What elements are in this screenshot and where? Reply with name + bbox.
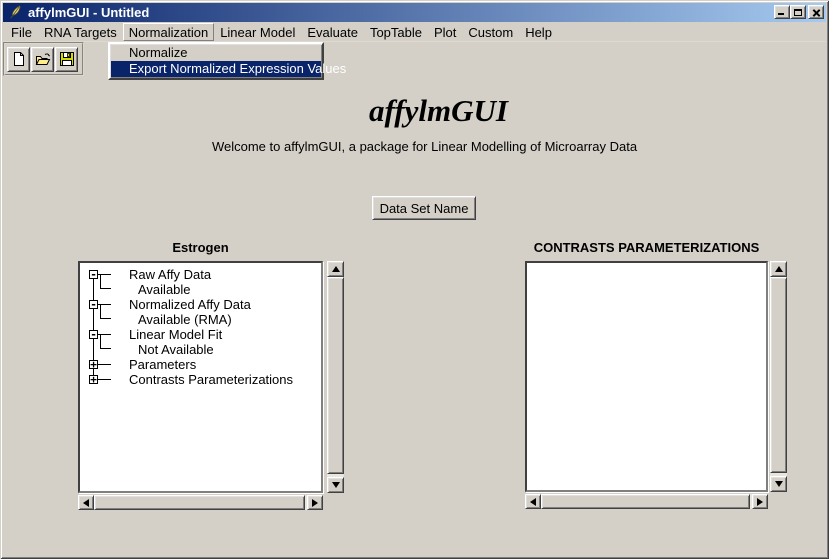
scroll-left-button[interactable] [525,494,541,509]
scroll-track[interactable] [327,277,344,477]
app-heading: affylmGUI [0,93,829,129]
expand-icon[interactable]: + [89,375,98,384]
arrow-right-icon [312,499,318,507]
menu-plot[interactable]: Plot [428,23,462,41]
menu-custom[interactable]: Custom [462,23,519,41]
menu-normalization[interactable]: Normalization [123,23,214,41]
arrow-down-icon [775,481,783,487]
scroll-thumb[interactable] [541,494,750,509]
arrow-down-icon [332,482,340,488]
maximize-button[interactable] [790,5,806,19]
scroll-down-button[interactable] [770,476,787,492]
scroll-thumb[interactable] [327,277,344,474]
toolbar [3,42,84,76]
arrow-up-icon [775,266,783,272]
scroll-up-button[interactable] [770,261,787,277]
menu-rna-targets[interactable]: RNA Targets [38,23,123,41]
tree-item-parameters[interactable]: + Parameters [80,357,321,372]
new-document-icon [11,51,27,67]
scroll-thumb[interactable] [94,495,305,510]
scroll-right-button[interactable] [307,495,323,510]
scroll-right-button[interactable] [752,494,768,509]
open-folder-icon [35,51,51,67]
collapse-icon[interactable]: - [89,330,98,339]
right-vertical-scrollbar[interactable] [770,261,787,492]
minimize-button[interactable] [774,5,790,19]
dataset-tree: - Raw Affy Data Available - Normalized A… [80,263,321,491]
left-panel-title: Estrogen [78,240,323,255]
menu-file[interactable]: File [5,23,38,41]
window-controls [774,5,824,19]
scroll-track[interactable] [541,494,752,509]
save-icon [59,51,75,67]
scroll-up-button[interactable] [327,261,344,277]
tree-item-linear-model-fit[interactable]: - Linear Model Fit [80,327,321,342]
left-vertical-scrollbar[interactable] [327,261,344,493]
menu-bar: File RNA Targets Normalization Linear Mo… [3,22,826,42]
tree-item-raw-affy-data[interactable]: - Raw Affy Data [80,267,321,282]
expand-icon[interactable]: + [89,360,98,369]
menu-help[interactable]: Help [519,23,558,41]
tree-item-contrasts-parameterizations[interactable]: + Contrasts Parameterizations [80,372,321,387]
data-set-name-button[interactable]: Data Set Name [372,196,476,220]
app-window: affylmGUI - Untitled File RNA Targets No… [0,0,829,559]
save-file-button[interactable] [55,47,78,72]
collapse-icon[interactable]: - [89,300,98,309]
feather-icon [8,5,23,20]
left-horizontal-scrollbar[interactable] [78,495,323,510]
new-file-button[interactable] [7,47,30,72]
scroll-thumb[interactable] [770,277,787,473]
scroll-left-button[interactable] [78,495,94,510]
tree-item-normalized-affy-data[interactable]: - Normalized Affy Data [80,297,321,312]
arrow-right-icon [757,498,763,506]
tree-item-linear-model-status[interactable]: Not Available [80,342,321,357]
normalization-dropdown: Normalize Export Normalized Expression V… [108,42,324,80]
menu-item-export-normalized[interactable]: Export Normalized Expression Values [111,61,321,77]
scroll-track[interactable] [94,495,307,510]
tree-item-normalized-status[interactable]: Available (RMA) [80,312,321,327]
title-bar[interactable]: affylmGUI - Untitled [3,3,826,22]
collapse-icon[interactable]: - [89,270,98,279]
scroll-track[interactable] [770,277,787,476]
menu-linear-model[interactable]: Linear Model [214,23,301,41]
minimize-icon [778,13,784,15]
dataset-tree-listbox[interactable]: - Raw Affy Data Available - Normalized A… [78,261,323,493]
contrasts-listbox[interactable] [525,261,768,492]
menu-evaluate[interactable]: Evaluate [301,23,364,41]
tree-item-raw-status[interactable]: Available [80,282,321,297]
menu-item-normalize[interactable]: Normalize [111,45,321,61]
arrow-left-icon [530,498,536,506]
scroll-down-button[interactable] [327,477,344,493]
welcome-text: Welcome to affylmGUI, a package for Line… [0,139,829,154]
maximize-icon [794,9,802,16]
window-title: affylmGUI - Untitled [28,5,149,20]
close-button[interactable] [808,5,824,19]
arrow-up-icon [332,266,340,272]
menu-toptable[interactable]: TopTable [364,23,428,41]
arrow-left-icon [83,499,89,507]
right-horizontal-scrollbar[interactable] [525,494,768,509]
right-panel-title: CONTRASTS PARAMETERIZATIONS [525,240,768,255]
open-file-button[interactable] [31,47,54,72]
